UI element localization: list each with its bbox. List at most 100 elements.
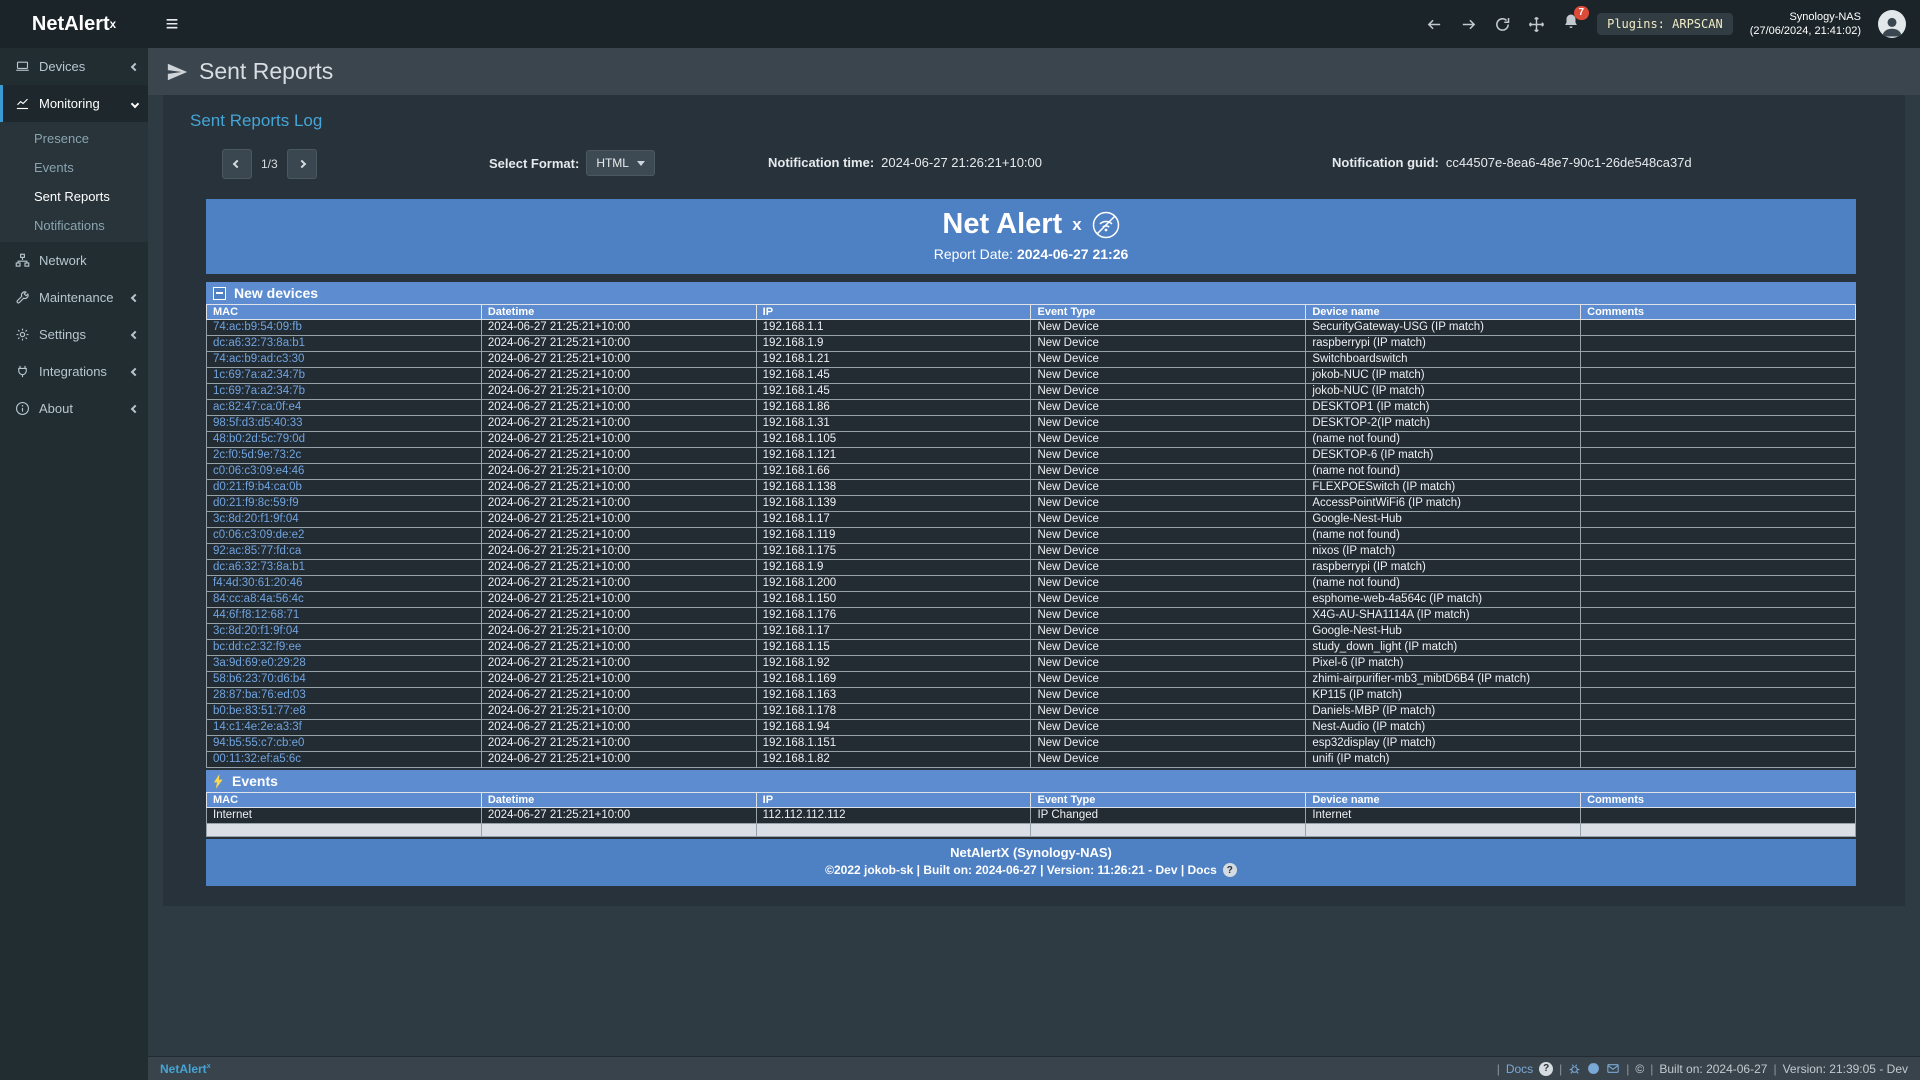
- mac-link[interactable]: f4:4d:30:61:20:46: [213, 577, 303, 589]
- report-footer: NetAlertX (Synology-NAS) ©2022 jokob-sk …: [206, 839, 1856, 886]
- mac-link[interactable]: 58:b6:23:70:d6:b4: [213, 673, 306, 685]
- sidebar-item-monitoring[interactable]: Monitoring: [0, 85, 148, 122]
- box-title: Sent Reports Log: [190, 111, 1905, 131]
- github-icon[interactable]: [1587, 1062, 1600, 1075]
- mac-link[interactable]: 48:b0:2d:5c:79:0d: [213, 433, 305, 445]
- user-avatar[interactable]: [1878, 10, 1906, 38]
- mac-link[interactable]: 1c:69:7a:a2:34:7b: [213, 385, 305, 397]
- next-page-button[interactable]: [287, 149, 317, 179]
- mac-link[interactable]: 3a:9d:69:e0:29:28: [213, 657, 306, 669]
- mac-link[interactable]: dc:a6:32:73:8a:b1: [213, 337, 305, 349]
- question-circle-icon[interactable]: ?: [1539, 1062, 1553, 1076]
- sidebar-item-devices[interactable]: Devices: [0, 48, 148, 85]
- table-cell: [1581, 496, 1856, 512]
- mac-link[interactable]: 2c:f0:5d:9e:73:2c: [213, 449, 301, 461]
- table-cell: 192.168.1.150: [756, 592, 1031, 608]
- notifications-bell-button[interactable]: 7: [1562, 13, 1580, 36]
- table-cell: New Device: [1031, 368, 1306, 384]
- mac-link[interactable]: 74:ac:b9:54:09:fb: [213, 321, 302, 333]
- mac-link[interactable]: 3c:8d:20:f1:9f:04: [213, 625, 299, 637]
- navbar-right: 7 Plugins: ARPSCAN Synology-NAS (27/06/2…: [1426, 0, 1920, 48]
- mac-link[interactable]: 92:ac:85:77:fd:ca: [213, 545, 301, 557]
- mac-link[interactable]: 3c:8d:20:f1:9f:04: [213, 513, 299, 525]
- hamburger-menu-button[interactable]: ≡: [148, 0, 196, 48]
- table-cell: 192.168.1.105: [756, 432, 1031, 448]
- table-cell: 14:c1:4e:2e:a3:3f: [207, 720, 482, 736]
- table-cell: Internet: [207, 808, 482, 824]
- sidebar-item-notifications[interactable]: Notifications: [0, 211, 148, 240]
- table-cell: 2024-06-27 21:25:21+10:00: [481, 528, 756, 544]
- mac-link[interactable]: 98:5f:d3:d5:40:33: [213, 417, 303, 429]
- table-cell: New Device: [1031, 608, 1306, 624]
- table-cell: 2024-06-27 21:25:21+10:00: [481, 624, 756, 640]
- table-cell: 2024-06-27 21:25:21+10:00: [481, 720, 756, 736]
- mac-link[interactable]: ac:82:47:ca:0f:e4: [213, 401, 301, 413]
- paper-plane-icon: [166, 61, 188, 83]
- table-cell: jokob-NUC (IP match): [1306, 384, 1581, 400]
- caret-down-icon: [637, 161, 645, 166]
- sidebar-item-presence[interactable]: Presence: [0, 124, 148, 153]
- refresh-button[interactable]: [1494, 16, 1511, 33]
- sidebar-item-maintenance[interactable]: Maintenance: [0, 279, 148, 316]
- table-cell: Pixel-6 (IP match): [1306, 656, 1581, 672]
- brand-logo[interactable]: NetAlertx: [0, 0, 148, 48]
- email-icon[interactable]: [1606, 1062, 1620, 1075]
- docs-link[interactable]: Docs: [1506, 1062, 1533, 1076]
- nav-back-button[interactable]: [1426, 16, 1443, 33]
- mac-link[interactable]: 1c:69:7a:a2:34:7b: [213, 369, 305, 381]
- sidebar-item-events[interactable]: Events: [0, 153, 148, 182]
- table-cell: 192.168.1.169: [756, 672, 1031, 688]
- sidebar-item-label: Integrations: [39, 364, 107, 379]
- table-cell: DESKTOP-6 (IP match): [1306, 448, 1581, 464]
- mac-link[interactable]: 74:ac:b9:ad:c3:30: [213, 353, 304, 365]
- table-cell: 192.168.1.163: [756, 688, 1031, 704]
- mac-link[interactable]: b0:be:83:51:77:e8: [213, 705, 306, 717]
- sidebar-item-about[interactable]: About: [0, 390, 148, 427]
- move-widgets-button[interactable]: [1528, 16, 1545, 33]
- footer-brand-link[interactable]: NetAlertx: [160, 1062, 211, 1076]
- mac-link[interactable]: 14:c1:4e:2e:a3:3f: [213, 721, 302, 733]
- mac-link[interactable]: dc:a6:32:73:8a:b1: [213, 561, 305, 573]
- column-header: MAC: [207, 305, 482, 320]
- table-cell: 192.168.1.175: [756, 544, 1031, 560]
- table-cell: 192.168.1.17: [756, 512, 1031, 528]
- mac-link[interactable]: 94:b5:55:c7:cb:e0: [213, 737, 304, 749]
- mac-link[interactable]: 00:11:32:ef:a5:6c: [213, 753, 301, 765]
- table-row: 94:b5:55:c7:cb:e02024-06-27 21:25:21+10:…: [207, 736, 1856, 752]
- bug-report-icon[interactable]: [1568, 1062, 1581, 1075]
- table-cell: 3c:8d:20:f1:9f:04: [207, 624, 482, 640]
- sidebar-item-label: Monitoring: [39, 96, 100, 111]
- network-icon: [15, 253, 30, 268]
- mac-link[interactable]: d0:21:f9:8c:59:f9: [213, 497, 299, 509]
- mac-link[interactable]: 44:6f:f8:12:68:71: [213, 609, 299, 621]
- table-cell: [1581, 656, 1856, 672]
- plugins-badge[interactable]: Plugins: ARPSCAN: [1597, 13, 1733, 35]
- table-cell: New Device: [1031, 672, 1306, 688]
- monitoring-submenu: Presence Events Sent Reports Notificatio…: [0, 122, 148, 242]
- table-cell: [1581, 544, 1856, 560]
- mac-link[interactable]: bc:dd:c2:32:f9:ee: [213, 641, 301, 653]
- prev-page-button[interactable]: [222, 149, 252, 179]
- table-row: 58:b6:23:70:d6:b42024-06-27 21:25:21+10:…: [207, 672, 1856, 688]
- mac-link[interactable]: d0:21:f9:b4:ca:0b: [213, 481, 302, 493]
- sidebar-item-settings[interactable]: Settings: [0, 316, 148, 353]
- table-cell: [1581, 752, 1856, 768]
- mac-link[interactable]: c0:06:c3:09:de:e2: [213, 529, 304, 541]
- sidebar-item-network[interactable]: Network: [0, 242, 148, 279]
- mac-link[interactable]: c0:06:c3:09:e4:46: [213, 465, 304, 477]
- help-circle-icon[interactable]: ?: [1223, 863, 1237, 877]
- nav-forward-button[interactable]: [1460, 16, 1477, 33]
- table-cell: New Device: [1031, 432, 1306, 448]
- minus-box-icon: [213, 287, 226, 300]
- table-cell: [1581, 464, 1856, 480]
- report-preview: Net Alertx Report Date: 2024-06-27 21:26…: [206, 199, 1856, 886]
- sidebar-item-sent-reports[interactable]: Sent Reports: [0, 182, 148, 211]
- footer-right: | Docs ? | | © | Built on: 2024-06-27 | …: [1497, 1062, 1908, 1076]
- table-cell: 2024-06-27 21:25:21+10:00: [481, 368, 756, 384]
- mac-link[interactable]: 84:cc:a8:4a:56:4c: [213, 593, 304, 605]
- mac-link[interactable]: 28:87:ba:76:ed:03: [213, 689, 306, 701]
- sidebar-item-integrations[interactable]: Integrations: [0, 353, 148, 390]
- format-select[interactable]: HTML: [586, 150, 655, 176]
- table-cell: New Device: [1031, 448, 1306, 464]
- table-cell: New Device: [1031, 752, 1306, 768]
